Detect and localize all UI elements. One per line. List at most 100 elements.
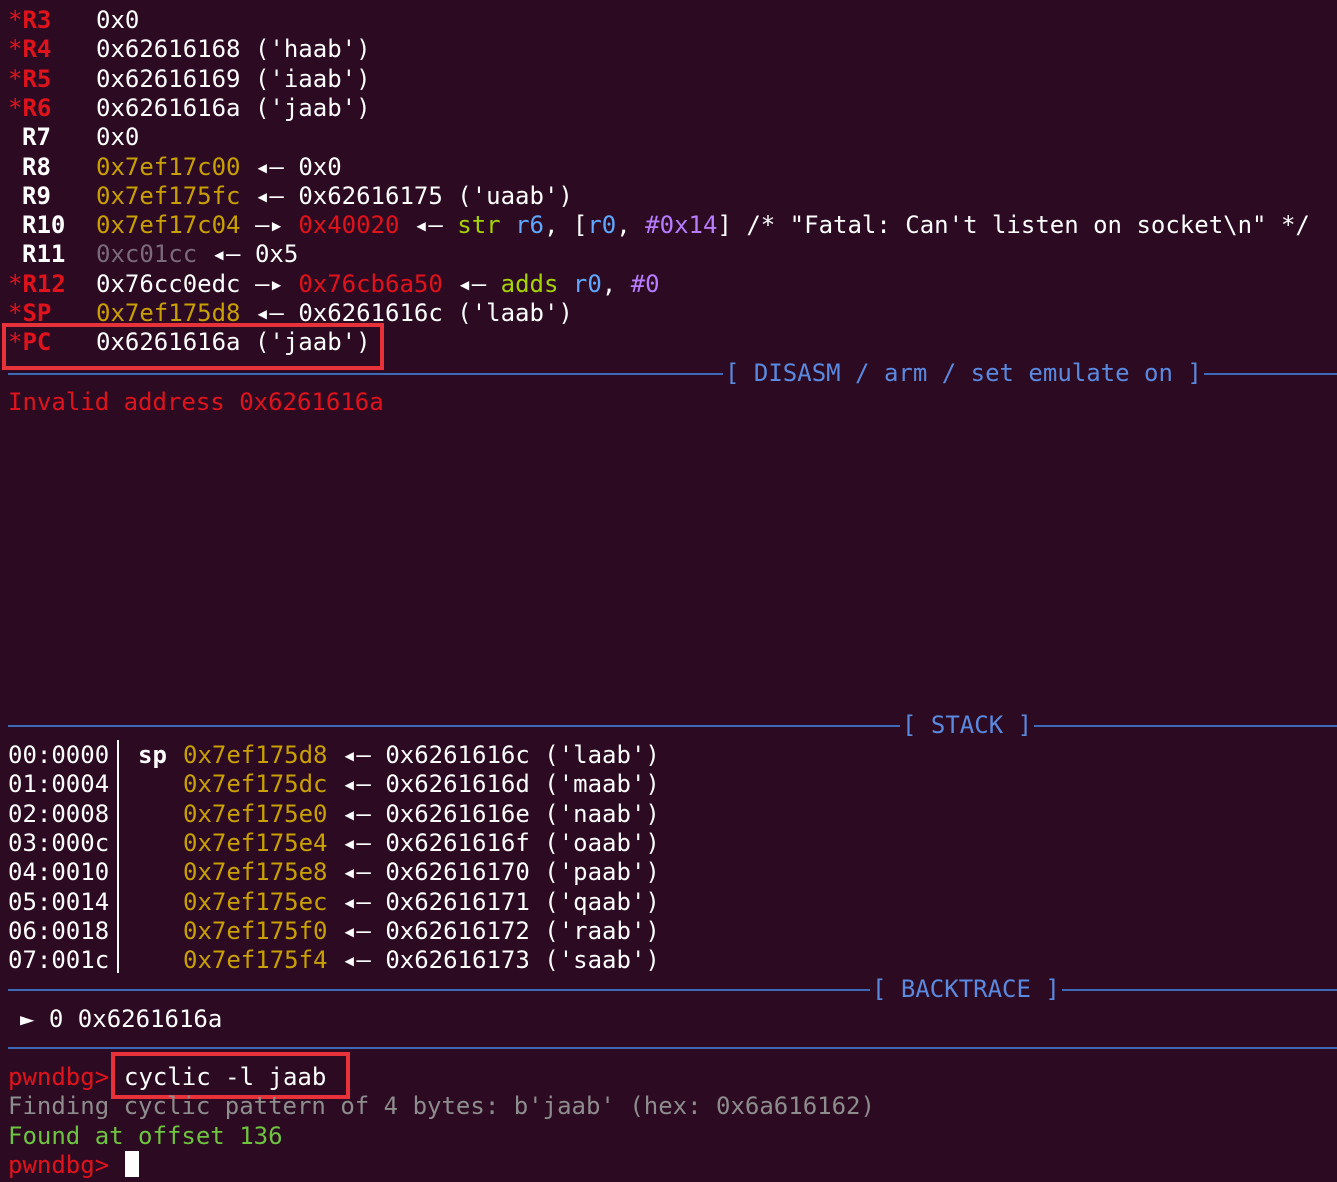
stack-offset: 05:0014 xyxy=(8,887,110,916)
changed-marker: * xyxy=(8,6,23,34)
stack-address: 0x7ef175ec xyxy=(183,887,328,916)
register-address: 0x7ef17c00 xyxy=(96,152,241,181)
arrow-left-icon: ◂— xyxy=(341,828,371,857)
stack-offset: 06:0018 xyxy=(8,916,110,945)
register-deref: 0x5 xyxy=(254,240,299,269)
register-value: 0x0 xyxy=(96,123,140,152)
prompt: pwndbg> xyxy=(8,1150,110,1179)
arrow-right-icon: —▸ xyxy=(254,269,284,298)
register-r9: R9 0x7ef175fc ◂— 0x62616175 ('uaab') xyxy=(8,181,573,211)
instruction-immediate: #0 xyxy=(630,269,660,298)
changed-marker: * xyxy=(8,35,23,64)
stack-address: 0x7ef175dc xyxy=(183,770,328,799)
stack-offset: 07:001c xyxy=(8,946,110,975)
arrow-left-icon: ◂— xyxy=(457,269,487,298)
register-r6: *R6 0x6261616a ('jaab') xyxy=(8,93,371,123)
stack-pointer-label: sp xyxy=(138,741,167,769)
changed-marker: * xyxy=(8,93,23,122)
changed-marker: * xyxy=(8,269,23,298)
register-name: R10 xyxy=(22,211,66,240)
arrow-left-icon: ◂— xyxy=(341,858,371,887)
register-name: R5 xyxy=(22,64,52,93)
prompt: pwndbg> xyxy=(8,1063,110,1091)
stack-offset: 02:0008 xyxy=(8,799,110,828)
stack-address: 0x7ef175e4 xyxy=(183,828,328,857)
register-address: 0xc01cc xyxy=(96,240,198,269)
register-name: R9 xyxy=(22,181,51,210)
stack-row: 06:0018 0x7ef175f0 ◂— 0x62616172 ('raab') xyxy=(8,916,660,946)
register-address: 0x7ef175fc xyxy=(96,181,241,210)
changed-marker: * xyxy=(8,64,23,93)
stack-offset: 01:0004 xyxy=(8,770,110,799)
instruction-mnemonic: str xyxy=(457,211,501,240)
register-name: R6 xyxy=(22,93,52,122)
stack-section-title: [ STACK ] xyxy=(900,711,1035,741)
stack-address: 0x7ef175e0 xyxy=(183,799,328,828)
instruction-operand: r6 xyxy=(515,211,544,240)
pc-highlight-box xyxy=(2,323,384,370)
backtrace-section-title: [ BACKTRACE ] xyxy=(870,975,1062,1005)
arrow-left-icon: ◂— xyxy=(341,799,371,828)
arrow-left-icon: ◂— xyxy=(341,946,371,975)
arrow-right-icon: —▸ xyxy=(254,211,284,240)
backtrace-separator xyxy=(8,989,1337,991)
stack-row: 05:0014 0x7ef175ec ◂— 0x62616171 ('qaab') xyxy=(8,887,660,917)
code-address: 0x76cb6a50 xyxy=(298,269,443,298)
backtrace-frame-text: 0 0x6261616a xyxy=(48,1005,223,1033)
instruction-immediate: #0x14 xyxy=(645,211,718,240)
arrow-left-icon: ◂— xyxy=(341,770,371,799)
register-r4: *R4 0x62616168 ('haab') xyxy=(8,35,371,64)
register-address: 0x7ef17c04 xyxy=(96,211,241,240)
register-r10: R10 0x7ef17c04 —▸ 0x40020 ◂— str r6, [r0,… xyxy=(22,211,1310,240)
cursor xyxy=(125,1150,139,1177)
instruction-operand: r0 xyxy=(587,211,617,240)
register-r5: *R5 0x62616169 ('iaab') xyxy=(8,64,371,94)
stack-address: 0x7ef175d8 xyxy=(183,741,328,769)
instruction-mnemonic: adds xyxy=(500,269,559,298)
register-value: 0x62616169 ('iaab') xyxy=(96,64,371,93)
stack-value: 0x6261616d ('maab') xyxy=(385,770,660,799)
register-value: 0x0 xyxy=(96,6,140,34)
register-name: R7 xyxy=(22,123,51,152)
stack-row: 07:001c 0x7ef175f4 ◂— 0x62616173 ('saab') xyxy=(8,946,660,975)
stack-row: 02:0008 0x7ef175e0 ◂— 0x6261616e ('naab') xyxy=(8,799,660,829)
disasm-invalid-address: Invalid address 0x6261616a xyxy=(8,388,384,416)
stack-value: 0x6261616e ('naab') xyxy=(385,799,660,828)
terminal-window[interactable]: *R3 0x0 *R4 0x62616168 ('haab') *R5 0x62616… xyxy=(0,0,1337,1182)
stack-address: 0x7ef175f4 xyxy=(183,946,328,975)
backtrace-frame: ► 0 0x6261616a xyxy=(20,1005,222,1034)
stack-value: 0x6261616c ('laab') xyxy=(385,741,660,769)
stack-row: 04:0010 0x7ef175e8 ◂— 0x62616170 ('paab') xyxy=(8,858,660,887)
register-r8: R8 0x7ef17c00 ◂— 0x0 xyxy=(8,152,342,182)
stack-row: 01:0004 0x7ef175dc ◂— 0x6261616d ('maab') xyxy=(8,770,660,799)
register-value: 0x62616168 ('haab') xyxy=(96,35,371,64)
stack-row: 00:0000 sp 0x7ef175d8 ◂— 0x6261616c ('laab… xyxy=(8,741,660,770)
stack-offset: 03:000c xyxy=(8,828,110,857)
register-r11: R11 0xc01cc ◂— 0x5 xyxy=(8,240,298,269)
stack-divider xyxy=(117,740,119,973)
stack-value: 0x62616173 ('saab') xyxy=(385,946,660,975)
stack-offset: 00:0000 xyxy=(8,741,110,769)
finding-output: Finding cyclic pattern of 4 bytes: b'jaa… xyxy=(8,1092,875,1121)
register-name: R8 xyxy=(22,152,51,181)
register-name: R3 xyxy=(22,6,52,34)
command-input[interactable]: pwndbg> xyxy=(8,1150,139,1180)
disasm-section-title: [ DISASM / arm / set emulate on ] xyxy=(723,359,1204,389)
current-frame-icon: ► xyxy=(20,1005,35,1033)
stack-value: 0x62616171 ('qaab') xyxy=(385,887,660,916)
arrow-left-icon: ◂— xyxy=(341,741,371,769)
stack-value: 0x62616170 ('paab') xyxy=(385,858,660,887)
console-separator xyxy=(8,1047,1337,1049)
instruction-comment: /* "Fatal: Can't listen on socket\n" */ xyxy=(746,211,1310,240)
stack-offset: 04:0010 xyxy=(8,858,110,887)
arrow-left-icon: ◂— xyxy=(341,887,371,916)
register-name: R4 xyxy=(22,35,52,64)
register-deref: 0x0 xyxy=(298,152,342,181)
register-r12: *R12 0x76cc0edc —▸ 0x76cb6a50 ◂— adds r0,… xyxy=(8,269,660,298)
found-output: Found at offset 136 xyxy=(8,1121,283,1150)
code-address: 0x40020 xyxy=(298,211,400,240)
register-address: 0x76cc0edc xyxy=(96,269,241,298)
arrow-left-icon: ◂— xyxy=(211,240,241,269)
arrow-left-icon: ◂— xyxy=(413,211,443,240)
stack-address: 0x7ef175e8 xyxy=(183,858,328,887)
